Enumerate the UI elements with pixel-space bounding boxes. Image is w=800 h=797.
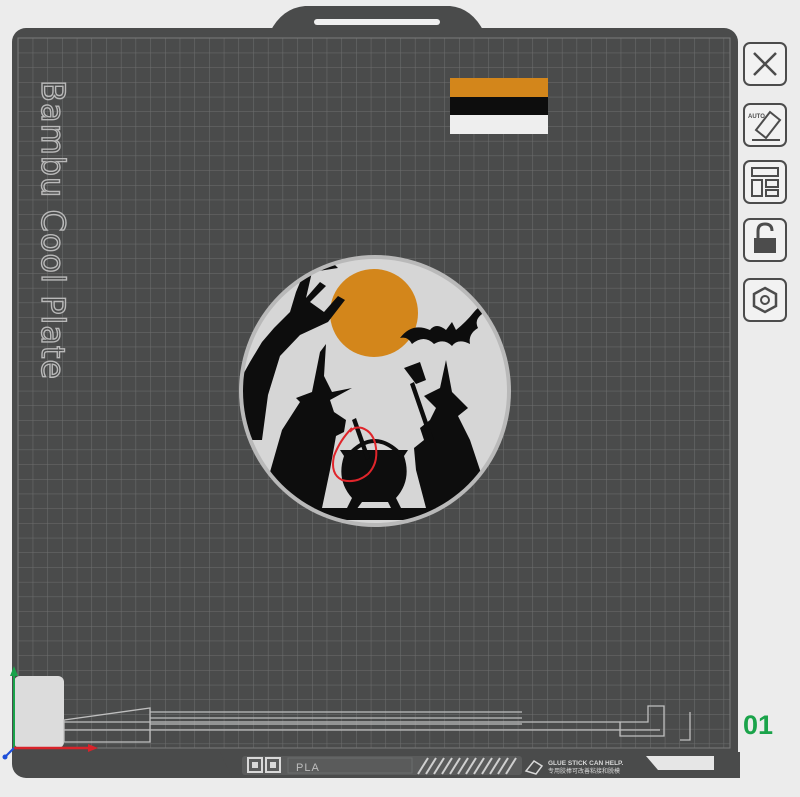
filament-color-swatches	[450, 78, 548, 134]
plate-brand-label: Bambu Cool Plate	[34, 80, 72, 380]
plate-number: 01	[743, 710, 774, 740]
lock-button[interactable]	[743, 218, 787, 262]
filament-swatch-black	[450, 97, 548, 115]
filament-swatch-white	[450, 115, 548, 134]
glue-tip-line2: 专用胶棒可改善粘接和脱模	[548, 767, 620, 775]
auto-orient-button[interactable]: AUTO	[743, 103, 787, 147]
side-toolbar: AUTO	[743, 42, 787, 322]
build-plate-viewport[interactable]: Bambu Cool Plate PLA GLUE STICK CAN HELP…	[0, 0, 800, 797]
filament-swatch-orange	[450, 78, 548, 97]
glue-tip-line1: GLUE STICK CAN HELP.	[548, 760, 624, 767]
close-button[interactable]	[743, 42, 787, 86]
arrange-button[interactable]	[743, 160, 787, 204]
auto-orient-icon-text: AUTO	[748, 114, 765, 120]
material-label: PLA	[296, 762, 320, 774]
moon-shape	[330, 269, 418, 357]
plate-info-strip: PLA GLUE STICK CAN HELP. 专用胶棒可改善粘接和脱模	[220, 752, 740, 778]
model-halloween-witches-disc[interactable]	[238, 255, 511, 527]
plate-tab-handle	[314, 19, 440, 25]
settings-button[interactable]	[743, 278, 787, 322]
